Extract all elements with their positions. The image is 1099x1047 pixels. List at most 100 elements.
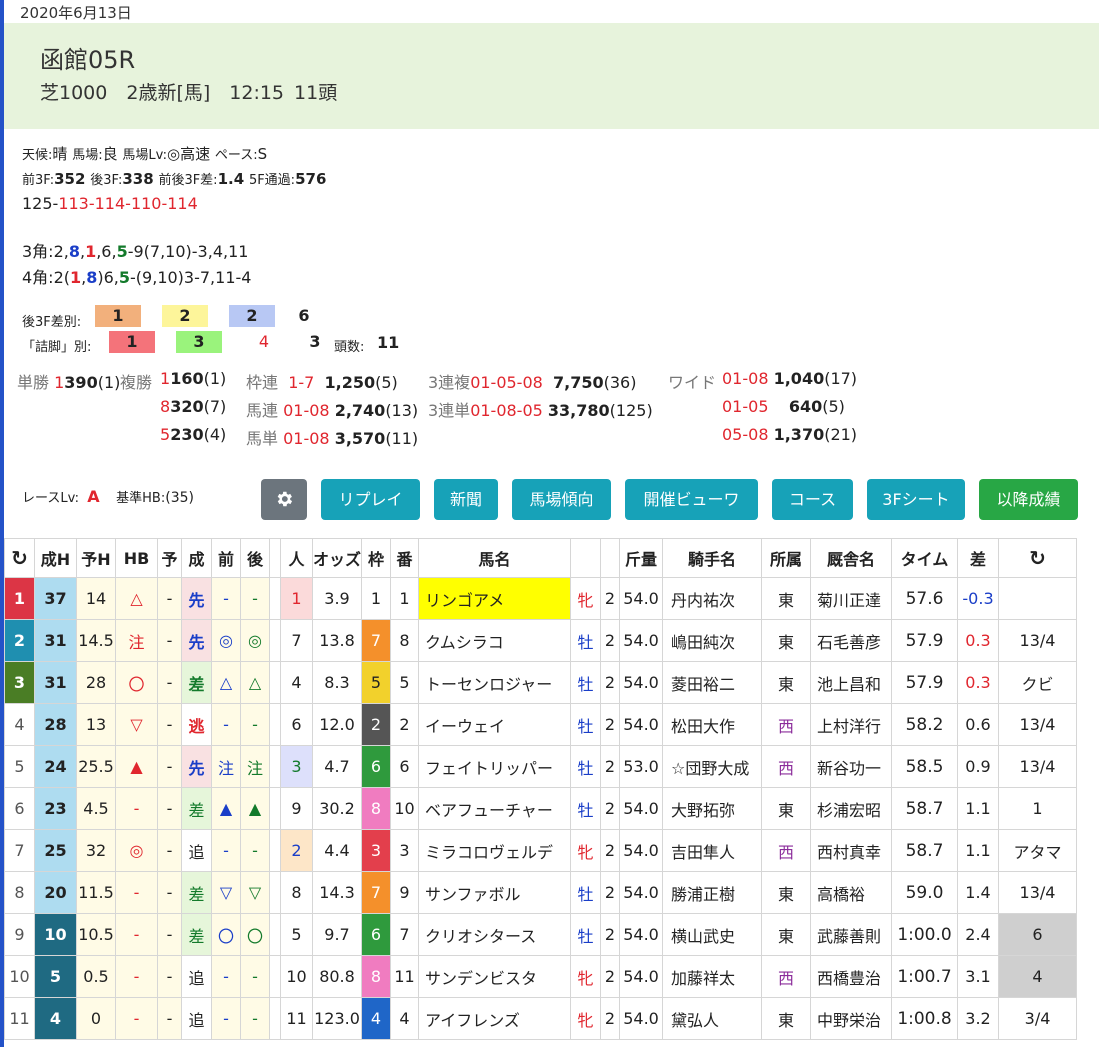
trainer-name[interactable]: 新谷功一 bbox=[810, 745, 893, 788]
race-lv: レースLv: A 基準HB:(35) bbox=[22, 487, 194, 506]
jockey-name[interactable]: 大野拓弥 bbox=[662, 787, 763, 830]
track-trend-button[interactable]: 馬場傾向 bbox=[512, 479, 611, 520]
horse-name[interactable]: サンデンビスタ bbox=[418, 955, 572, 998]
col-pop: 人 bbox=[280, 538, 313, 578]
horse-name[interactable]: クリオシタース bbox=[418, 913, 572, 956]
kin-cell: 54.0 bbox=[619, 913, 664, 956]
horse-name[interactable]: リンゴアメ bbox=[418, 577, 572, 620]
odds-cell: 80.8 bbox=[311, 955, 363, 998]
table-row[interactable]: 8 20 11.5- - 差 ▽ ▽ 8 14.3 7 9 サンファボル牡 2 54.0 勝浦正樹東高橋裕 5… bbox=[4, 871, 1078, 914]
time-cell: 58.5 bbox=[891, 745, 959, 788]
jockey-name[interactable]: 松田大作 bbox=[662, 703, 763, 746]
umatan-num: 01-08 bbox=[283, 429, 330, 448]
race-title: 函館05R bbox=[40, 46, 136, 74]
odds-cell: 123.0 bbox=[311, 997, 363, 1040]
ato-cell: - bbox=[240, 703, 270, 746]
gap-cell bbox=[269, 913, 281, 956]
trainer-name[interactable]: 中野栄治 bbox=[810, 997, 893, 1040]
table-row[interactable]: 1 37 14 △ - 先 - -1 3.9 1 1 リンゴアメ牝 2 54.0 丹内祐次東菊川正達 57.6… bbox=[4, 577, 1078, 620]
replay-button[interactable]: リプレイ bbox=[321, 479, 420, 520]
refresh-icon-right[interactable]: ↻ bbox=[998, 538, 1078, 578]
table-row[interactable]: 4 28 13 ▽ - 逃 - -6 12.0 2 2 イーウェイ牡 2 54.0 松田大作西上村洋行 58.… bbox=[4, 703, 1078, 746]
jockey-name[interactable]: 横山武史 bbox=[662, 913, 763, 956]
horse-name[interactable]: イーウェイ bbox=[418, 703, 572, 746]
trainer-name[interactable]: 西橋豊治 bbox=[810, 955, 893, 998]
table-row[interactable]: 6 23 4.5- - 差 ▲ ▲ 9 30.2 8 10 ベアフューチャー牡 2 54.0 大野拓弥東杉浦… bbox=[4, 787, 1078, 830]
odds-cell: 14.3 bbox=[311, 871, 363, 914]
ban-cell: 4 bbox=[390, 997, 420, 1040]
horse-name[interactable]: ベアフューチャー bbox=[418, 787, 572, 830]
yh-cell: 0 bbox=[76, 997, 116, 1040]
h-cell: 37 bbox=[34, 577, 77, 620]
table-row[interactable]: 5 24 25.5 ▲ - 先注注 3 4.7 6 6 フェイトリッパー牡 2 53.0 ☆団野大成西新谷… bbox=[4, 745, 1078, 788]
after-results-button[interactable]: 以降成績 bbox=[979, 479, 1078, 520]
kin-cell: 54.0 bbox=[619, 997, 664, 1040]
payout-fuku-1: 1160(1) bbox=[160, 369, 226, 388]
horse-name[interactable]: フェイトリッパー bbox=[418, 745, 572, 788]
jockey-name[interactable]: 加藤祥太 bbox=[662, 955, 763, 998]
trainer-name[interactable]: 石毛善彦 bbox=[810, 619, 893, 662]
table-row[interactable]: 10 5 0.5- - 追 - -10 80.8 8 11 サンデンビスタ牝 2 54.0 加藤祥太西西橋… bbox=[4, 955, 1078, 998]
back3f-1: 1 bbox=[95, 305, 141, 327]
refresh-icon[interactable]: ↻ bbox=[4, 538, 35, 578]
table-row[interactable]: 7 25 32 ◎ - 追 - -2 4.4 3 3 ミラコロヴェルデ牝 2 54.0 吉田隼人西西村真幸 5… bbox=[4, 829, 1078, 872]
table-row[interactable]: 3 31 28 〇 - 差 △ △ 4 8.3 5 5 トーセンロジャー牡 2 54.0 菱田裕二東池上昌和 5… bbox=[4, 661, 1078, 704]
jockey-name[interactable]: 嶋田純次 bbox=[662, 619, 763, 662]
viewer-button[interactable]: 開催ビューワ bbox=[625, 479, 758, 520]
payout-fuku-3: 5230(4) bbox=[160, 425, 226, 444]
pop-cell: 11 bbox=[280, 997, 313, 1040]
mae-cell: ▲ bbox=[211, 787, 241, 830]
jockey-name[interactable]: ☆団野大成 bbox=[662, 745, 763, 788]
rank-cell: 2 bbox=[4, 619, 35, 662]
table-row[interactable]: 9 10 10.5- - 差〇〇 5 9.7 6 7 クリオシタース牡 2 54.0 横山武史東武藤善則… bbox=[4, 913, 1078, 956]
course-button[interactable]: コース bbox=[772, 479, 853, 520]
age-cell: 2 bbox=[600, 703, 621, 746]
trainer-name[interactable]: 武藤善則 bbox=[810, 913, 893, 956]
trainer-name[interactable]: 池上昌和 bbox=[810, 661, 893, 704]
lap-rest: 113-114-110-114 bbox=[58, 194, 198, 213]
jockey-name[interactable]: 吉田隼人 bbox=[662, 829, 763, 872]
sex-cell: 牝 bbox=[570, 829, 602, 872]
y-cell: - bbox=[157, 955, 182, 998]
col-sei: 成 bbox=[181, 538, 212, 578]
kin-cell: 53.0 bbox=[619, 745, 664, 788]
umaren-num: 01-08 bbox=[283, 401, 330, 420]
trainer-name[interactable]: 西村真幸 bbox=[810, 829, 893, 872]
f3-value: 352 bbox=[54, 170, 86, 188]
horse-name[interactable]: サンファボル bbox=[418, 871, 572, 914]
h-cell: 25 bbox=[34, 829, 77, 872]
rank-cell: 9 bbox=[4, 913, 35, 956]
race-lv-label: レースLv: bbox=[22, 491, 79, 506]
trainer-name[interactable]: 上村洋行 bbox=[810, 703, 893, 746]
jockey-name[interactable]: 勝浦正樹 bbox=[662, 871, 763, 914]
hb-cell: ◎ bbox=[115, 829, 158, 872]
ban-cell: 2 bbox=[390, 703, 420, 746]
news-button[interactable]: 新聞 bbox=[434, 479, 498, 520]
ato-cell: - bbox=[240, 577, 270, 620]
gap-cell bbox=[269, 787, 281, 830]
col-odds: オッズ bbox=[311, 538, 363, 578]
table-row[interactable]: 11 4 0- - 追 - -11 123.0 4 4 アイフレンズ牝 2 54.0 黛弘人東中野栄治 1:… bbox=[4, 997, 1078, 1040]
horse-name[interactable]: アイフレンズ bbox=[418, 997, 572, 1040]
table-header-row: ↻ 成H 予H HB 予 成 前 後 人 オッズ 枠 番 馬名 斤量 騎手名 所… bbox=[4, 538, 1078, 578]
settings-button[interactable] bbox=[261, 479, 307, 520]
jockey-name[interactable]: 黛弘人 bbox=[662, 997, 763, 1040]
table-row[interactable]: 2 31 14.5 注 - 先 ◎ ◎ 7 13.8 7 8 クムシラコ牡 2 54.0 嶋田純次東石毛善彦 5… bbox=[4, 619, 1078, 662]
trainer-name[interactable]: 杉浦宏昭 bbox=[810, 787, 893, 830]
hb-cell: - bbox=[115, 913, 158, 956]
y-cell: - bbox=[157, 703, 182, 746]
yh-cell: 11.5 bbox=[76, 871, 116, 914]
kin-cell: 54.0 bbox=[619, 955, 664, 998]
jockey-name[interactable]: 丹内祐次 bbox=[662, 577, 763, 620]
age-cell: 2 bbox=[600, 745, 621, 788]
3f-sheet-button[interactable]: 3Fシート bbox=[867, 479, 965, 520]
age-cell: 2 bbox=[600, 955, 621, 998]
jockey-name[interactable]: 菱田裕二 bbox=[662, 661, 763, 704]
horse-name[interactable]: クムシラコ bbox=[418, 619, 572, 662]
trainer-name[interactable]: 高橋裕 bbox=[810, 871, 893, 914]
horse-name[interactable]: ミラコロヴェルデ bbox=[418, 829, 572, 872]
trainer-name[interactable]: 菊川正達 bbox=[810, 577, 893, 620]
kin-cell: 54.0 bbox=[619, 829, 664, 872]
horse-name[interactable]: トーセンロジャー bbox=[418, 661, 572, 704]
col-trainer: 厩舎名 bbox=[810, 538, 893, 578]
